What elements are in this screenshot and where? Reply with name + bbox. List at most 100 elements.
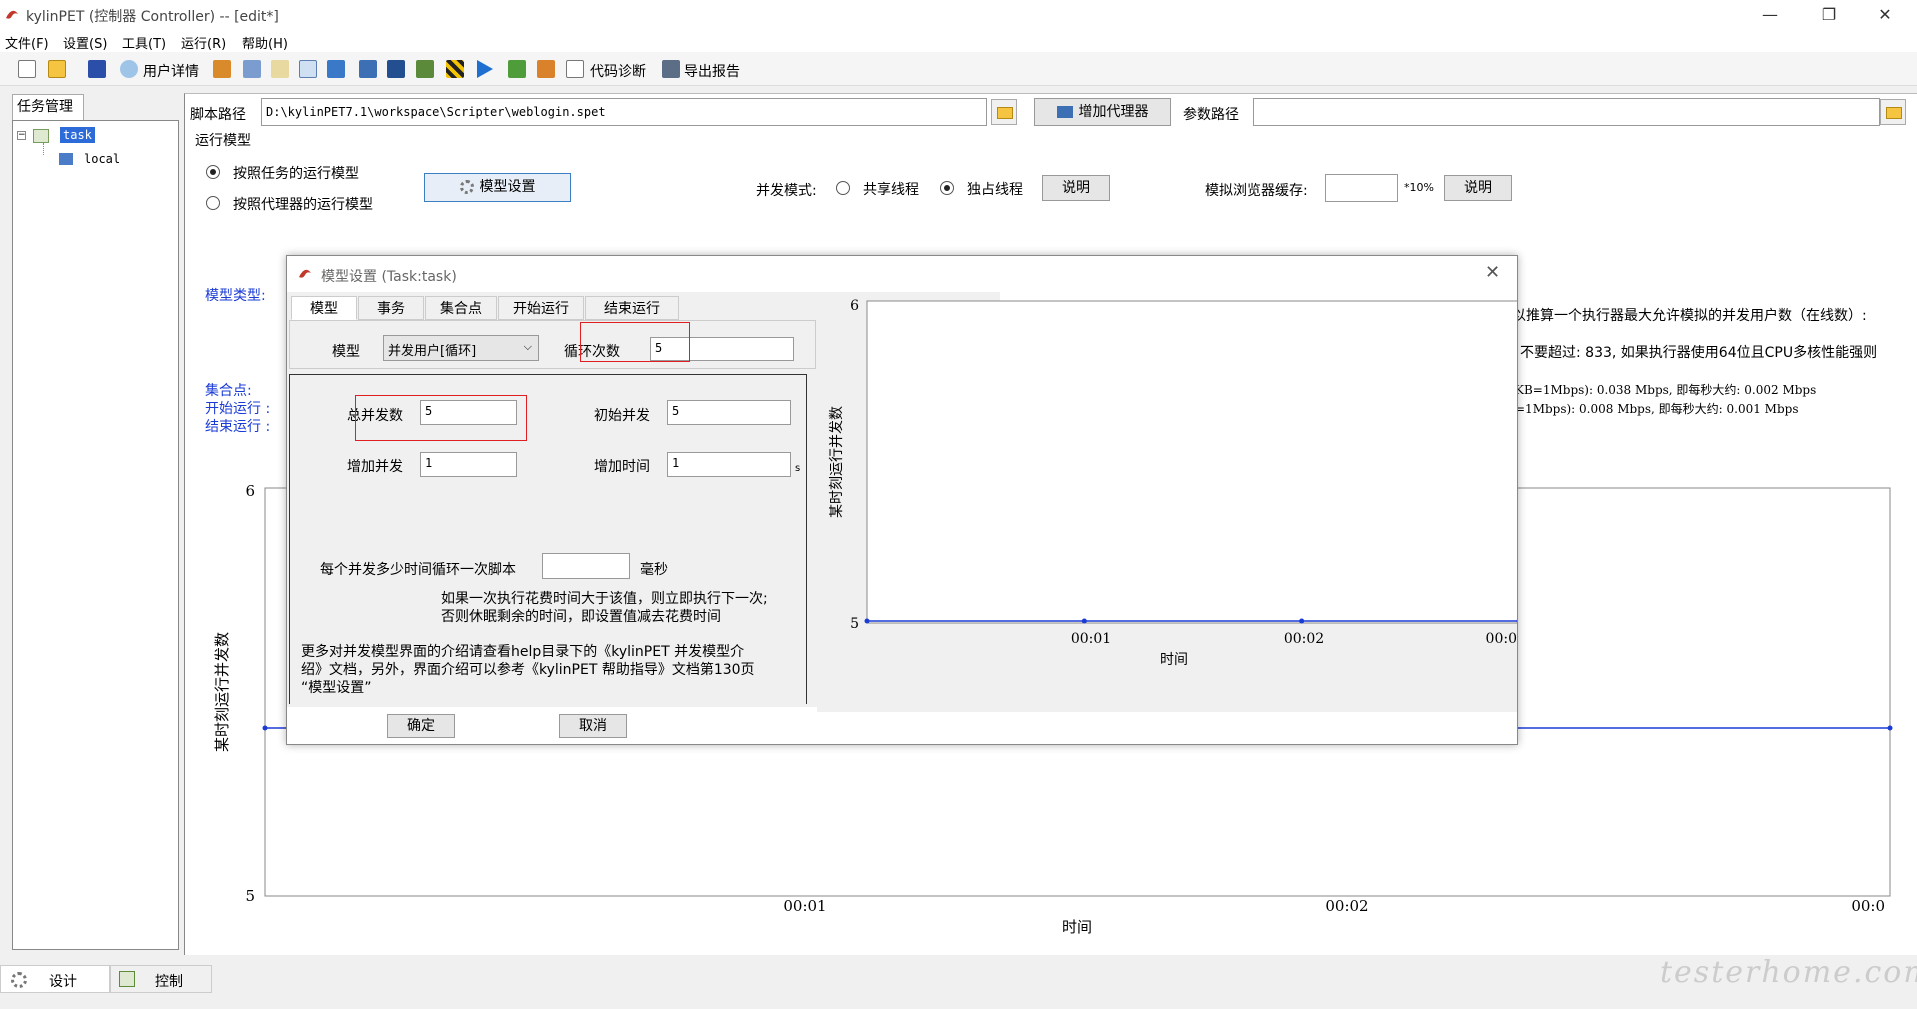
open-folder-icon[interactable] (48, 60, 66, 78)
menu-help[interactable]: 帮助(H) (242, 33, 288, 52)
exclusive-thread-radio[interactable] (940, 181, 954, 195)
agent-model-radio[interactable] (206, 196, 220, 210)
initial-concurrency-input[interactable]: 5 (667, 400, 791, 425)
gear-icon (459, 180, 474, 194)
model-select[interactable]: 并发用户[循环] ⌵ (383, 335, 539, 361)
bg-x-tick-2: 00:02 (1325, 897, 1368, 915)
add-time-unit: s (795, 463, 801, 474)
refresh-orange-icon[interactable] (537, 60, 555, 78)
tab-design[interactable]: 设计 (0, 965, 110, 993)
restore-button[interactable]: ❐ (1806, 2, 1852, 28)
ok-button[interactable]: 确定 (387, 714, 455, 738)
task-model-radio[interactable] (206, 165, 220, 179)
new-file-icon[interactable] (18, 60, 36, 78)
tree-item-task[interactable]: task (60, 127, 95, 143)
menu-settings[interactable]: 设置(S) (63, 33, 107, 52)
search-tool-icon[interactable] (416, 60, 434, 78)
code-diagnosis-label[interactable]: 代码诊断 (590, 61, 646, 81)
task-icon[interactable] (243, 60, 261, 78)
start-run-text: 开始运行 (205, 401, 261, 417)
mail-icon[interactable] (299, 60, 317, 78)
user-detail-label[interactable]: 用户详情 (143, 61, 199, 81)
tab-end-run[interactable]: 结束运行 (585, 296, 679, 320)
code-diagnosis-icon[interactable] (566, 60, 584, 78)
minimize-button[interactable]: — (1747, 2, 1793, 28)
cancel-button[interactable]: 取消 (559, 714, 627, 738)
collapse-toggle-icon[interactable]: − (17, 131, 26, 140)
interval-input[interactable] (542, 553, 630, 579)
design-tab-label: 设计 (49, 974, 77, 990)
calendar-icon[interactable] (271, 60, 289, 78)
title-bar: kylinPET (控制器 Controller) -- [edit*] — ❐… (0, 0, 1917, 30)
app-logo-icon (4, 6, 20, 22)
menu-run[interactable]: 运行(R) (181, 33, 226, 52)
browser-cache-input[interactable] (1325, 174, 1398, 202)
end-run-label: 结束运行 : (205, 419, 271, 435)
tree-connector (43, 143, 44, 155)
shared-thread-label[interactable]: 共享线程 (863, 179, 919, 199)
dlg-x-axis-label: 时间 (1160, 652, 1188, 668)
help-line-2: 绍》文档，另外，界面介绍可以参考《kylinPET 帮助指导》文档第130页 (301, 662, 755, 678)
model-type-text: 模型类型 (205, 288, 261, 304)
monitor-icon[interactable] (359, 60, 377, 78)
add-time-input[interactable]: 1 (667, 452, 791, 477)
tab-start-run[interactable]: 开始运行 (498, 296, 584, 320)
tools-icon[interactable] (327, 60, 345, 78)
add-time-label: 增加时间 (594, 459, 650, 475)
agent-model-label[interactable]: 按照代理器的运行模型 (233, 194, 373, 214)
cache-explain-button[interactable]: 说明 (1444, 175, 1512, 201)
export-report-label[interactable]: 导出报告 (684, 61, 740, 81)
help-line-3: “模型设置” (301, 680, 372, 696)
hazard-icon[interactable] (446, 60, 464, 78)
add-concurrency-input[interactable]: 1 (420, 452, 517, 477)
concurrency-explain-button[interactable]: 说明 (1042, 175, 1110, 201)
dlg-y-axis-label: 某时刻运行并发数 (829, 406, 845, 518)
run-model-title: 运行模型 (195, 133, 251, 149)
save-icon[interactable] (88, 60, 106, 78)
start-run-label: 开始运行 : (205, 401, 271, 417)
browse-script-folder-icon[interactable] (991, 99, 1017, 125)
watermark-text: testerhome.com (1660, 955, 1917, 990)
menu-bar: 文件(F) 设置(S) 工具(T) 运行(R) 帮助(H) (0, 30, 1917, 52)
grid-icon[interactable] (213, 60, 231, 78)
export-report-icon[interactable] (662, 60, 680, 78)
browse-param-folder-icon[interactable] (1880, 99, 1906, 125)
help-line-1: 更多对并发模型界面的介绍请查看help目录下的《kylinPET 并发模型介 (301, 644, 745, 660)
param-path-input[interactable] (1253, 98, 1880, 126)
task-model-label[interactable]: 按照任务的运行模型 (233, 163, 359, 183)
tab-rendezvous[interactable]: 集合点 (425, 296, 497, 320)
menu-file[interactable]: 文件(F) (5, 33, 49, 52)
screen-icon[interactable] (387, 60, 405, 78)
info-line-2: 不要超过: 833, 如果执行器使用64位且CPU多核性能强则 (1520, 345, 1878, 361)
script-path-input[interactable]: D:\kylinPET7.1\workspace\Scripter\weblog… (261, 98, 987, 126)
info-line-4: =1Mbps): 0.008 Mbps, 即每秒大约: 0.001 Mbps (1515, 402, 1799, 416)
bg-x-tick-1: 00:01 (783, 897, 826, 915)
control-tab-label: 控制 (155, 974, 183, 990)
dlg-x-tick-3: 00:0 (1486, 631, 1517, 647)
close-button[interactable]: ✕ (1862, 2, 1908, 28)
param-path-label: 参数路径 (1183, 107, 1239, 123)
exclusive-thread-label[interactable]: 独占线程 (967, 179, 1023, 199)
tab-model[interactable]: 模型 (291, 296, 357, 320)
run-icon[interactable] (477, 60, 493, 78)
model-settings-button[interactable]: 模型设置 (424, 173, 571, 202)
task-management-tab[interactable]: 任务管理 (12, 94, 84, 120)
rendezvous-label: 集合点: (205, 383, 252, 399)
add-agent-button[interactable]: 增加代理器 (1034, 98, 1171, 126)
user-detail-icon[interactable] (120, 60, 138, 78)
tab-transaction[interactable]: 事务 (358, 296, 424, 320)
note-line-1: 如果一次执行花费时间大于该值，则立即执行下一次; (441, 591, 768, 607)
data-point (864, 618, 870, 624)
browser-cache-unit: *10% (1404, 181, 1434, 194)
dlg-chart-plot-area (866, 300, 1517, 624)
shared-thread-radio[interactable] (836, 181, 850, 195)
menu-tools[interactable]: 工具(T) (122, 33, 166, 52)
dialog-close-button[interactable]: ✕ (1485, 262, 1500, 283)
data-point (1299, 618, 1305, 624)
tree-item-local[interactable]: local (84, 152, 120, 166)
dlg-x-tick-2: 00:02 (1284, 631, 1324, 647)
refresh-green-icon[interactable] (508, 60, 526, 78)
tab-control[interactable]: 控制 (110, 965, 212, 993)
window-title: kylinPET (控制器 Controller) -- [edit*] (26, 9, 279, 25)
concurrency-mode-label: 并发模式: (756, 183, 817, 199)
